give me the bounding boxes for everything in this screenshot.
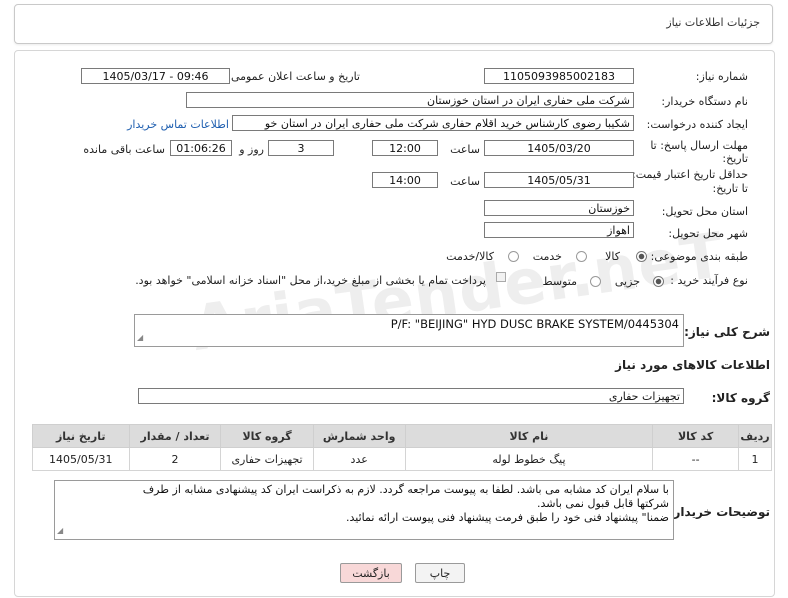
back-button[interactable]: بازگشت (340, 563, 402, 583)
buyer-notes-line-3: ضمنا" پیشنهاد فنی خود را طبق فرمت پیشنها… (346, 511, 669, 524)
buyer-notes-line-2: شرکتها قابل قبول نمی باشد. (537, 497, 669, 510)
col-unit: واحد شمارش (312, 424, 406, 448)
cell-date: 1405/05/31 (32, 447, 130, 471)
validity-time-field[interactable]: 14:00 (372, 172, 438, 188)
announce-label: تاریخ و ساعت اعلان عمومی: (227, 70, 360, 83)
buyer-notes-textarea[interactable]: با سلام ایران کد مشابه می باشد. لطفا به … (54, 480, 674, 540)
city-label: شهر محل تحویل: (668, 227, 748, 240)
table-row[interactable]: 1 -- پیگ خطوط لوله عدد تجهیزات حفاری 2 1… (32, 447, 772, 471)
goods-section-title: اطلاعات کالاهای مورد نیاز (615, 358, 770, 372)
need-number-label: شماره نیاز: (695, 70, 748, 83)
category-both-radio[interactable] (508, 251, 519, 262)
category-label: طبقه بندی موضوعی: (650, 250, 748, 263)
col-row: ردیف (738, 424, 772, 448)
creator-label: ایجاد کننده درخواست: (646, 118, 748, 131)
process-minor-radio[interactable] (653, 276, 664, 287)
description-text: P/F: "BEIJING" HYD DUSC BRAKE SYSTEM/044… (390, 317, 679, 331)
cell-code: -- (652, 447, 740, 471)
process-label: نوع فرآیند خرید : (670, 274, 748, 287)
deadline-time-field[interactable]: 12:00 (372, 140, 438, 156)
treasury-payment-note: پرداخت تمام یا بخشی از مبلغ خرید،از محل … (135, 274, 486, 287)
category-both-label: کالا/خدمت (446, 250, 494, 263)
buyer-contact-link[interactable]: اطلاعات تماس خریدار (127, 118, 229, 131)
buyer-notes-label: توضیحات خریدار: (668, 505, 770, 519)
cell-group: تجهیزات حفاری (220, 447, 314, 471)
need-number-field[interactable]: 1105093985002183 (484, 68, 634, 84)
category-goods-radio[interactable] (636, 251, 647, 262)
col-group: گروه کالا (220, 424, 314, 448)
resize-handle-icon[interactable]: ◢ (137, 331, 143, 345)
deadline-time-label: ساعت (450, 143, 480, 156)
cell-quantity: 2 (128, 447, 222, 471)
process-minor-label: جزیی (614, 275, 640, 288)
col-code: کد کالا (652, 424, 740, 448)
announce-field[interactable]: 1405/03/17 - 09:46 (81, 68, 230, 84)
col-date: تاریخ نیاز (32, 424, 130, 448)
cell-name: پیگ خطوط لوله (404, 447, 654, 471)
description-label: شرح کلی نیاز: (684, 325, 770, 339)
header-card: جزئیات اطلاعات نیاز (14, 4, 773, 44)
buyer-notes-line-1: با سلام ایران کد مشابه می باشد. لطفا به … (142, 483, 669, 496)
category-service-radio[interactable] (576, 251, 587, 262)
deadline-label: مهلت ارسال پاسخ: تا (650, 139, 748, 152)
city-field[interactable]: اهواز (484, 222, 634, 238)
category-service-label: خدمت (532, 250, 562, 263)
validity-time-label: ساعت (450, 175, 480, 188)
page-title: جزئیات اطلاعات نیاز (666, 16, 760, 29)
print-button[interactable]: چاپ (415, 563, 465, 583)
buyer-org-field[interactable]: شرکت ملی حفاری ایران در استان خوزستان (186, 92, 634, 108)
time-remaining-label: ساعت باقی مانده (83, 143, 165, 156)
province-label: استان محل تحویل: (661, 205, 748, 218)
deadline-date-field[interactable]: 1405/03/20 (484, 140, 634, 156)
days-label: روز و (239, 143, 264, 156)
creator-field[interactable]: شکیبا رضوی کارشناس خرید اقلام حفاری شرکت… (232, 115, 634, 131)
category-goods-label: کالا (605, 250, 620, 263)
goods-group-field[interactable]: تجهیزات حفاری (138, 388, 684, 404)
cell-unit: عدد (312, 447, 406, 471)
days-remaining-field[interactable]: 3 (268, 140, 334, 156)
validity-label: حداقل تاریخ اعتبار قیمت: (632, 168, 748, 181)
goods-table: ردیف کد کالا نام کالا واحد شمارش گروه کا… (32, 424, 772, 471)
deadline-label-date: تاریخ: (722, 152, 748, 165)
treasury-payment-checkbox[interactable] (496, 272, 506, 282)
col-quantity: تعداد / مقدار (128, 424, 222, 448)
process-medium-radio[interactable] (590, 276, 601, 287)
description-textarea[interactable]: P/F: "BEIJING" HYD DUSC BRAKE SYSTEM/044… (134, 314, 684, 347)
cell-row: 1 (738, 447, 772, 471)
resize-handle-icon[interactable]: ◢ (57, 524, 63, 538)
time-remaining-field[interactable]: 01:06:26 (170, 140, 232, 156)
validity-date-field[interactable]: 1405/05/31 (484, 172, 634, 188)
goods-group-label: گروه کالا: (711, 391, 770, 405)
table-header-row: ردیف کد کالا نام کالا واحد شمارش گروه کا… (32, 424, 772, 448)
validity-label-date: تا تاریخ: (712, 182, 748, 195)
col-name: نام کالا (404, 424, 654, 448)
buyer-org-label: نام دستگاه خریدار: (661, 95, 748, 108)
process-medium-label: متوسط (542, 275, 577, 288)
province-field[interactable]: خوزستان (484, 200, 634, 216)
